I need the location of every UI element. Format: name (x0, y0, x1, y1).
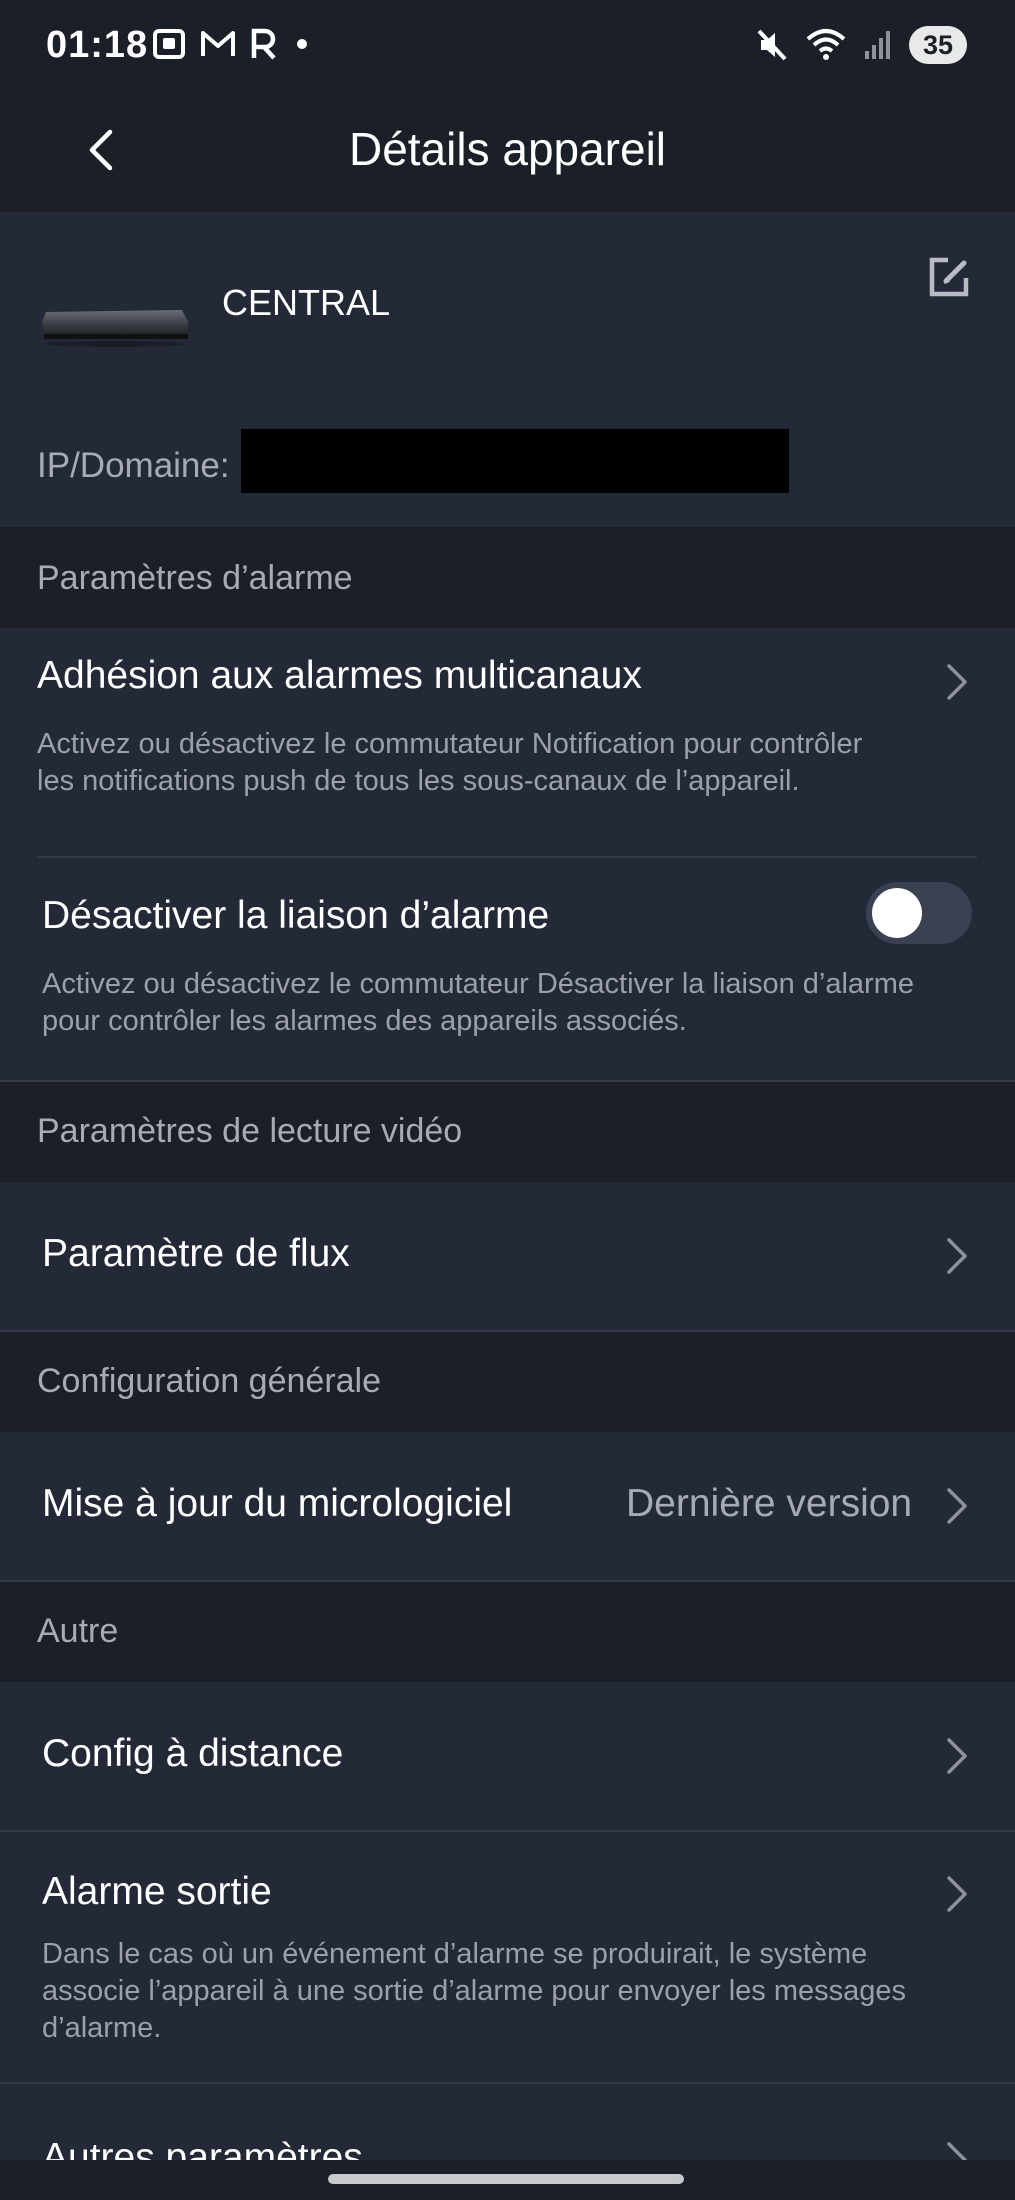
remote-config-row[interactable]: Config à distance (0, 1682, 1015, 1830)
wifi-icon (806, 29, 846, 60)
section-header-video: Paramètres de lecture vidéo (0, 1082, 1015, 1182)
signal-icon (865, 31, 890, 59)
status-time: 01:18 (46, 24, 149, 66)
chevron-right-icon (947, 1238, 967, 1274)
gmail-icon (201, 31, 235, 56)
stream-settings-row[interactable]: Paramètre de flux (0, 1182, 1015, 1330)
device-image (42, 310, 188, 347)
section-header-alarm: Paramètres d’alarme (0, 527, 1015, 628)
alarm-output-description: Dans le cas où un événement d’alarme se … (42, 1938, 907, 2044)
disable-alarm-linkage-title: Désactiver la liaison d’alarme (42, 894, 550, 937)
status-bar: 01:18 35 (0, 0, 1015, 98)
dot-icon (297, 39, 307, 49)
ip-domain-label: IP/Domaine: (37, 446, 230, 485)
section-header-alarm-label: Paramètres d’alarme (37, 559, 353, 597)
multichannel-alarm-description: Activez ou désactivez le commutateur Not… (37, 728, 863, 797)
mute-icon (757, 29, 787, 61)
firmware-update-row[interactable]: Mise à jour du micrologiciel Dernière ve… (0, 1432, 1015, 1580)
chevron-right-icon (947, 664, 967, 700)
ip-domain-redacted-value (241, 429, 789, 493)
r-app-icon (251, 28, 276, 60)
disable-alarm-linkage-toggle[interactable] (866, 882, 972, 944)
section-header-general-label: Configuration générale (37, 1362, 382, 1400)
status-right-icons: 35 (755, 26, 967, 64)
edit-button[interactable] (926, 254, 972, 300)
device-card: CENTRAL IP/Domaine: (0, 212, 1015, 527)
alarm-settings-group: Adhésion aux alarmes multicanaux Activez… (0, 628, 1015, 1080)
alarm-output-title: Alarme sortie (42, 1870, 272, 1913)
page-title: Détails appareil (348, 123, 667, 175)
app-bar: Détails appareil (0, 98, 1015, 212)
edit-icon (929, 257, 969, 297)
multichannel-alarm-row[interactable]: Adhésion aux alarmes multicanaux Activez… (0, 628, 1015, 856)
remote-config-title: Config à distance (42, 1732, 344, 1775)
firmware-update-title: Mise à jour du micrologiciel (42, 1482, 513, 1525)
section-header-general: Configuration générale (0, 1332, 1015, 1432)
battery-indicator: 35 (909, 26, 967, 64)
section-header-other: Autre (0, 1582, 1015, 1682)
chevron-right-icon (947, 1876, 967, 1912)
status-left-icons (152, 28, 312, 60)
disable-alarm-linkage-row: Désactiver la liaison d’alarme Activez o… (0, 858, 1015, 1080)
firmware-version-status: Dernière version (626, 1482, 913, 1525)
disable-alarm-linkage-description: Activez ou désactivez le commutateur Dés… (42, 968, 914, 1037)
alarm-output-row[interactable]: Alarme sortie Dans le cas où un événemen… (0, 1832, 1015, 2082)
device-name: CENTRAL (222, 282, 391, 323)
screenshot-icon (153, 29, 185, 59)
section-header-other-label: Autre (37, 1612, 119, 1650)
toggle-knob (872, 888, 922, 938)
stream-settings-title: Paramètre de flux (42, 1232, 350, 1275)
multichannel-alarm-title: Adhésion aux alarmes multicanaux (37, 654, 642, 697)
chevron-right-icon (947, 1488, 967, 1524)
section-header-video-label: Paramètres de lecture vidéo (37, 1112, 463, 1150)
home-indicator[interactable] (328, 2174, 684, 2184)
chevron-right-icon (947, 1738, 967, 1774)
